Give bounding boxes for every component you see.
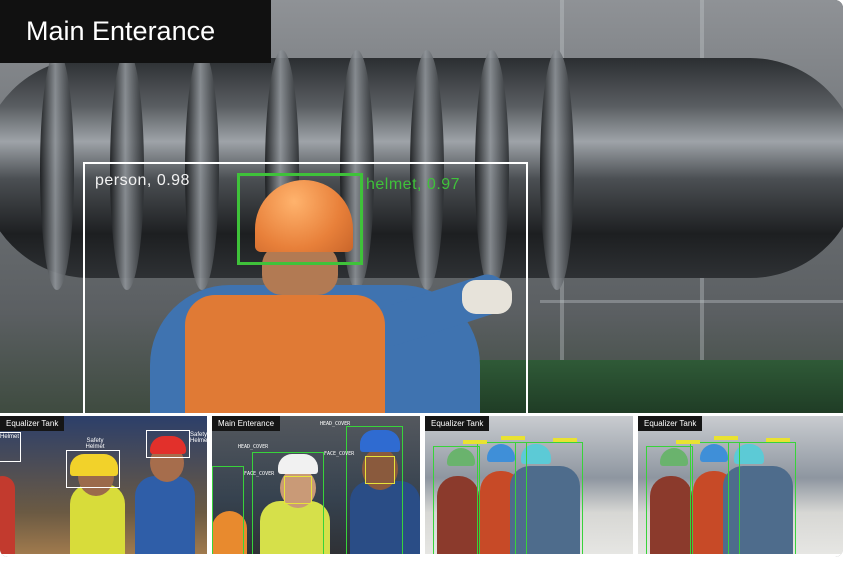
- camera-title: Main Enterance: [0, 0, 271, 63]
- worker-figure: [135, 476, 195, 554]
- person-detection-box: [346, 426, 403, 554]
- detection-label: HEAD_COVER: [320, 421, 351, 427]
- person-detection-box: [515, 442, 583, 554]
- person-detection-label: person, 0.98: [95, 172, 190, 189]
- helmet-label: Helmet: [0, 434, 20, 440]
- thumbnail-title: Equalizer Tank: [0, 416, 65, 431]
- detection-tag: [463, 440, 487, 444]
- person-detection-box: [728, 442, 796, 554]
- detection-tag: [766, 438, 790, 442]
- detection-tag: [676, 440, 700, 444]
- person-detection-box: [433, 446, 480, 554]
- person-detection-box: [646, 446, 693, 554]
- helmet-detection-label: helmet, 0.97: [366, 176, 461, 193]
- helmet-detection-box: [146, 430, 190, 458]
- face-detection-box: [365, 456, 395, 484]
- detection-label: FACE_COVER: [244, 471, 275, 477]
- camera-thumbnail-2[interactable]: HEAD_COVER HEAD_COVER FACE_COVER FACE_CO…: [212, 416, 420, 554]
- detection-tag: [501, 436, 525, 440]
- main-camera-feed[interactable]: person, 0.98 helmet, 0.97 Main Enterance: [0, 0, 843, 418]
- roof-girder: [540, 300, 843, 303]
- helmet-label: Safety Helmet: [190, 432, 207, 444]
- detection-label: HEAD_COVER: [238, 444, 269, 450]
- camera-thumbnail-3[interactable]: Equalizer Tank: [425, 416, 633, 554]
- camera-thumbnail-4[interactable]: Equalizer Tank: [638, 416, 843, 554]
- helmet-label: Safety Helmet: [85, 438, 105, 450]
- helmet-detection-box[interactable]: [237, 173, 363, 265]
- camera-thumbnail-strip: Helmet Safety Helmet Safety Helmet Equal…: [0, 413, 843, 557]
- camera-thumbnail-1[interactable]: Helmet Safety Helmet Safety Helmet Equal…: [0, 416, 207, 554]
- helmet-detection-box: [66, 450, 120, 488]
- thumbnail-title: Main Enterance: [212, 416, 281, 431]
- detection-tag: [553, 438, 577, 442]
- detection-label: FACE_COVER: [324, 451, 355, 457]
- face-detection-box: [284, 476, 312, 504]
- worker-figure: [0, 476, 15, 554]
- thumbnail-title: Equalizer Tank: [425, 416, 490, 431]
- camera-dashboard: person, 0.98 helmet, 0.97 Main Enterance…: [0, 0, 843, 557]
- shaft-ring: [540, 50, 574, 290]
- person-detection-box: [212, 466, 244, 554]
- shaft-ring: [40, 50, 74, 290]
- thumbnail-title: Equalizer Tank: [638, 416, 703, 431]
- detection-tag: [714, 436, 738, 440]
